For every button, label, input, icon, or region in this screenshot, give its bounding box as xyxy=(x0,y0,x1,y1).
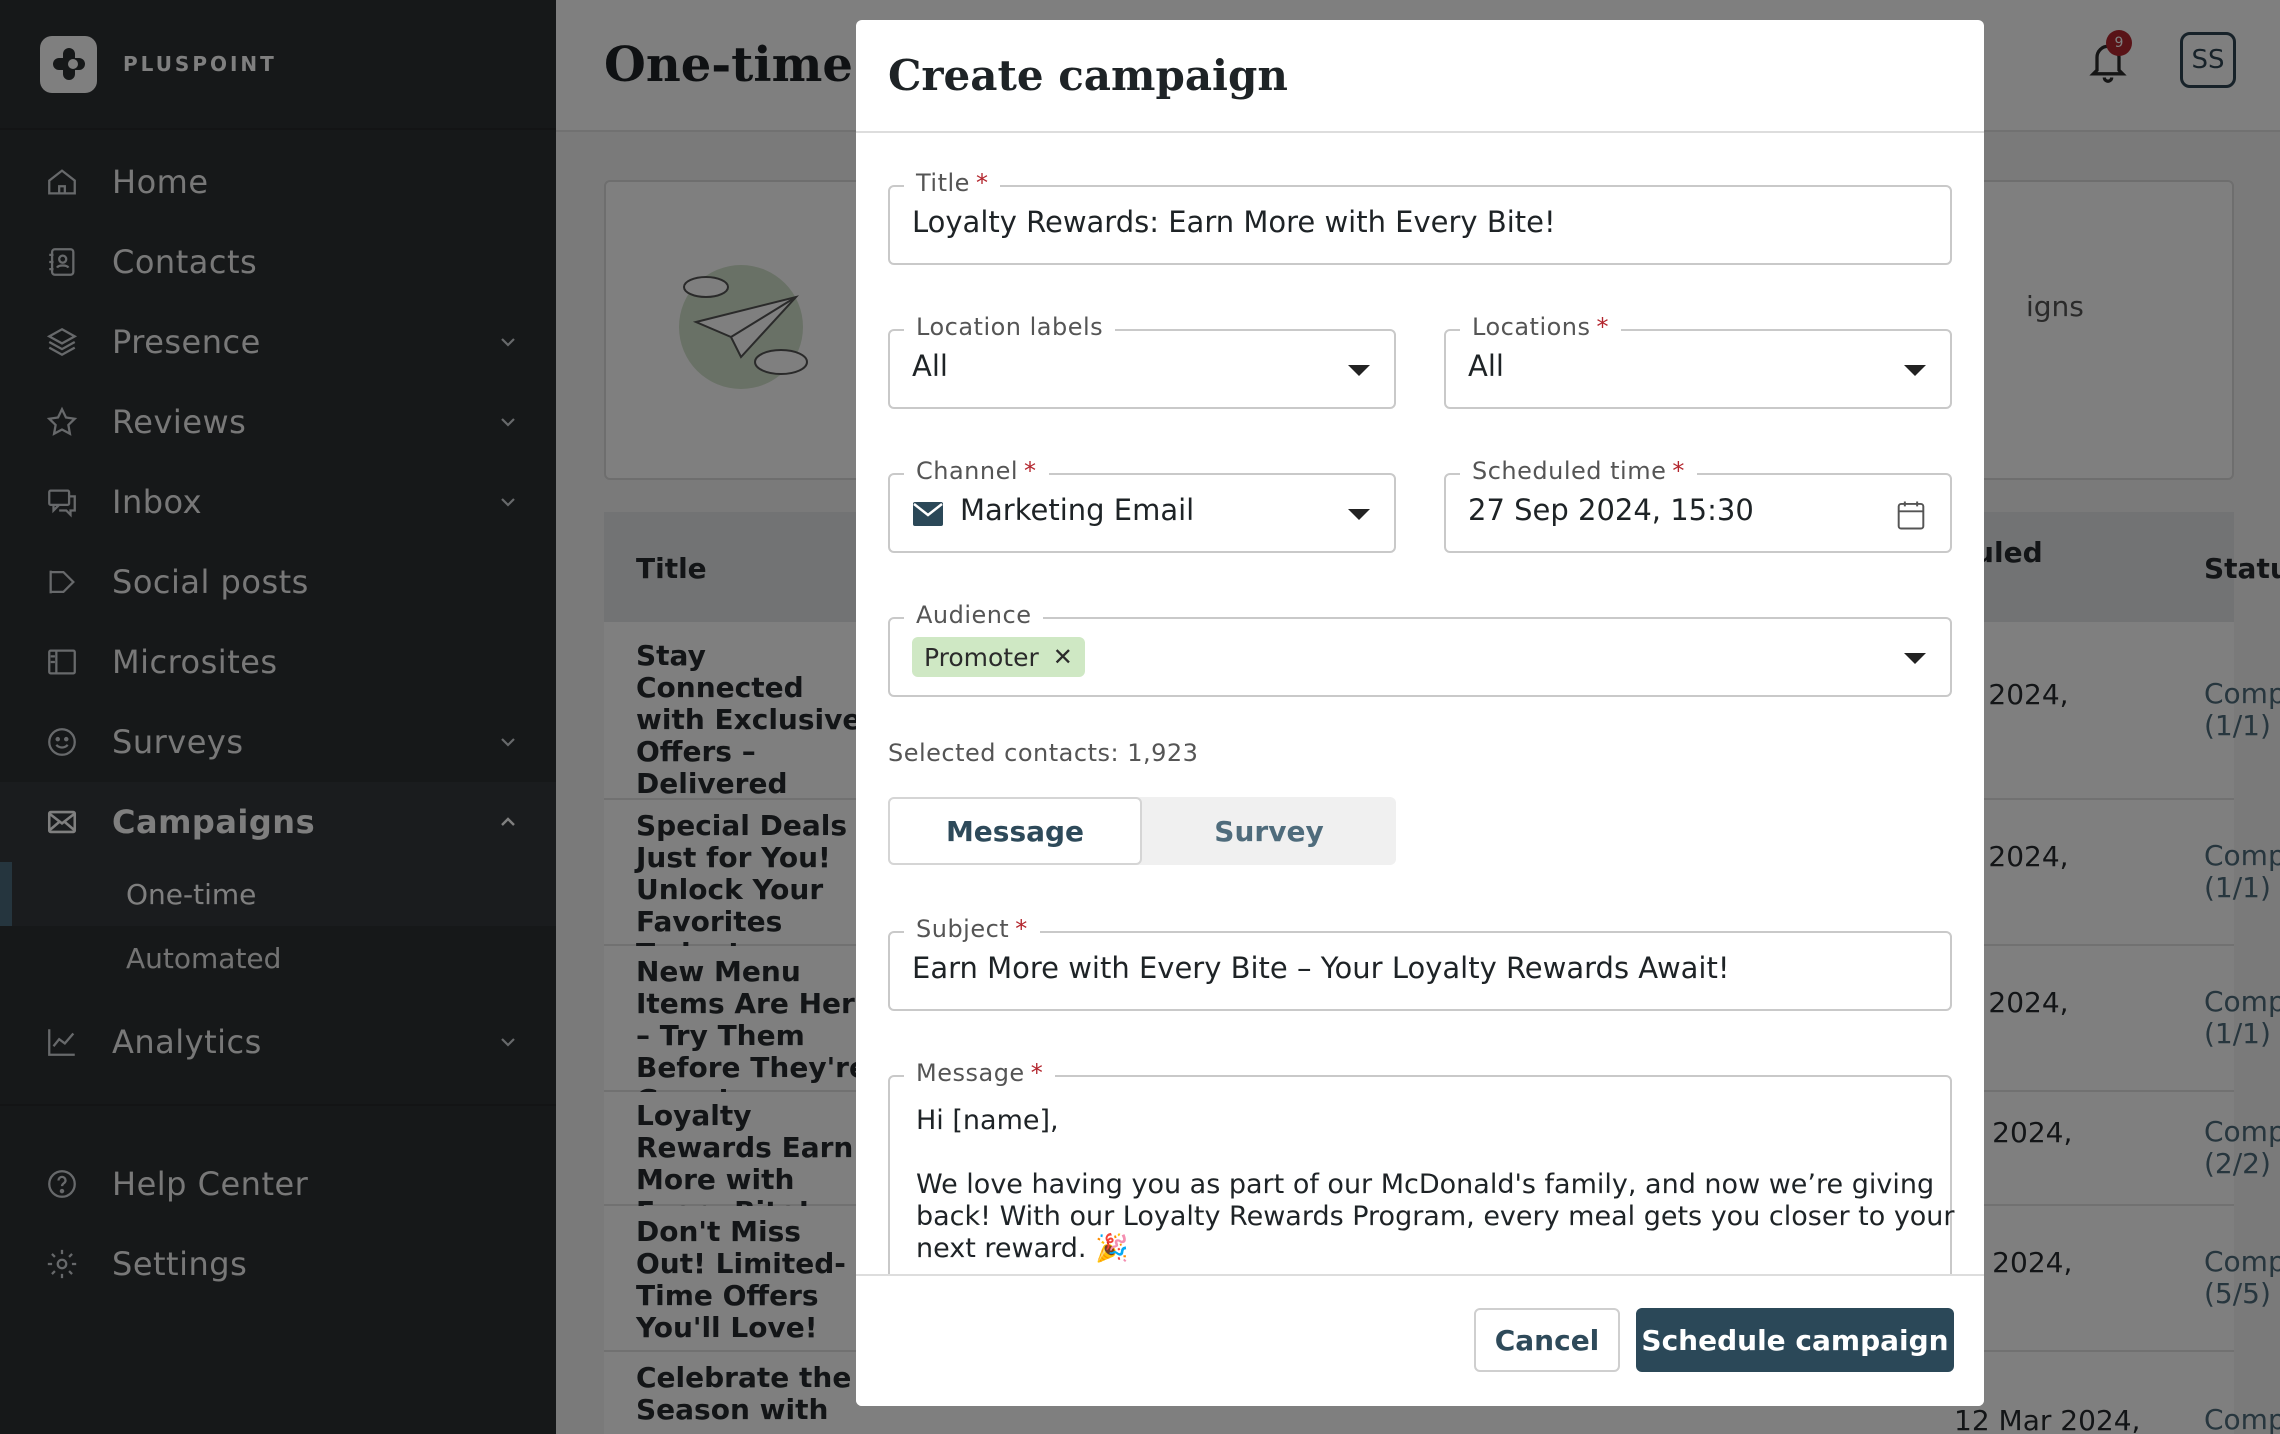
required-marker: * xyxy=(975,169,989,197)
scheduled-time-value[interactable]: 27 Sep 2024, 15:30 xyxy=(1468,493,1754,527)
subject-input[interactable]: Earn More with Every Bite – Your Loyalty… xyxy=(912,951,1729,985)
locations-select[interactable]: Locations * All xyxy=(1444,313,1952,409)
schedule-campaign-button[interactable]: Schedule campaign xyxy=(1636,1308,1954,1372)
message-textarea[interactable]: Hi [name], We love having you as part of… xyxy=(916,1105,1956,1265)
location-labels-value: All xyxy=(912,349,948,383)
channel-label: Channel * xyxy=(904,457,1049,485)
dropdown-caret-icon xyxy=(1348,509,1370,520)
modal-header: Create campaign xyxy=(856,20,1984,133)
message-field[interactable]: Message * Hi [name], We love having you a… xyxy=(888,1059,1955,1295)
title-input[interactable]: Loyalty Rewards: Earn More with Every Bi… xyxy=(912,205,1556,239)
location-labels-label: Location labels xyxy=(904,313,1116,341)
required-marker: * xyxy=(1672,457,1685,485)
channel-select[interactable]: Channel * Marketing Email xyxy=(888,457,1396,553)
required-marker: * xyxy=(1030,1059,1044,1087)
content-tabs: Message Survey xyxy=(888,797,1396,865)
tab-message[interactable]: Message xyxy=(888,797,1142,865)
calendar-icon[interactable] xyxy=(1896,499,1926,531)
tab-survey[interactable]: Survey xyxy=(1142,797,1396,865)
cancel-button[interactable]: Cancel xyxy=(1474,1308,1620,1372)
required-marker: * xyxy=(1024,457,1037,485)
label-text: Subject xyxy=(916,915,1010,943)
audience-select[interactable]: Audience Promoter ✕ xyxy=(888,601,1952,697)
locations-label: Locations * xyxy=(1460,313,1622,341)
email-icon xyxy=(913,502,943,526)
required-marker: * xyxy=(1596,313,1610,341)
location-labels-select[interactable]: Location labels All xyxy=(888,313,1396,409)
label-text: Channel xyxy=(916,457,1019,485)
locations-value: All xyxy=(1468,349,1504,383)
audience-label: Audience xyxy=(904,601,1044,629)
label-text: Locations xyxy=(1472,313,1591,341)
message-label: Message * xyxy=(904,1059,1056,1087)
modal-title: Create campaign xyxy=(888,51,1288,100)
subject-field[interactable]: Subject * Earn More with Every Bite – You… xyxy=(888,915,1952,1011)
title-field[interactable]: Title * Loyalty Rewards: Earn More with E… xyxy=(888,169,1952,265)
audience-chip: Promoter ✕ xyxy=(912,637,1085,677)
create-campaign-modal: Create campaign Title * Loyalty Rewards: … xyxy=(856,20,1984,1406)
scheduled-time-label: Scheduled time * xyxy=(1460,457,1697,485)
dropdown-caret-icon xyxy=(1348,365,1370,376)
subject-label: Subject * xyxy=(904,915,1040,943)
modal-footer: Cancel Schedule campaign xyxy=(856,1274,1984,1406)
label-text: Title xyxy=(916,169,970,197)
modal-body[interactable]: Title * Loyalty Rewards: Earn More with E… xyxy=(856,135,1984,1295)
channel-value: Marketing Email xyxy=(960,493,1195,527)
label-text: Scheduled time xyxy=(1472,457,1667,485)
label-text: Message xyxy=(916,1059,1025,1087)
dropdown-caret-icon xyxy=(1904,365,1926,376)
remove-chip-icon[interactable]: ✕ xyxy=(1053,643,1073,671)
scheduled-time-picker[interactable]: Scheduled time * 27 Sep 2024, 15:30 xyxy=(1444,457,1952,553)
selected-contacts-count: Selected contacts: 1,923 xyxy=(888,739,1199,767)
chip-label: Promoter xyxy=(924,642,1039,672)
title-field-label: Title * xyxy=(904,169,1001,197)
required-marker: * xyxy=(1015,915,1028,943)
dropdown-caret-icon xyxy=(1904,653,1926,664)
